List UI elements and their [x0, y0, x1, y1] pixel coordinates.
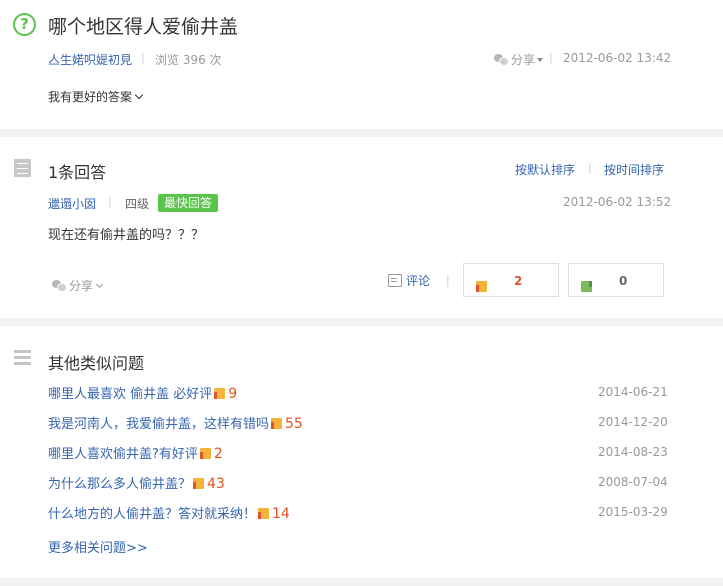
like-icon: [193, 478, 205, 489]
question-title: 哪个地区得人爱偷井盖: [48, 16, 239, 38]
similar-question-title: 我是河南人，我爱偷井盖，这样有错吗: [48, 417, 270, 432]
share-icon: [52, 280, 67, 292]
thumbs-up-icon: [476, 281, 487, 292]
like-icon: [271, 418, 283, 429]
similar-question-link[interactable]: 哪里人最喜欢 偷井盖 必好评 9: [48, 383, 237, 402]
similar-question-date: 2014-08-23: [598, 445, 668, 459]
list-item: 我是河南人，我爱偷井盖，这样有错吗 55 2014-12-20: [0, 413, 723, 443]
similar-question-link[interactable]: 哪里人喜欢偷井盖?有好评 2: [48, 443, 223, 462]
similar-title: 其他类似问题: [48, 354, 145, 373]
like-count: 55: [285, 416, 303, 432]
comment-label: 评论: [406, 274, 431, 288]
similar-question-date: 2008-07-04: [598, 475, 668, 489]
answer-user-link[interactable]: 邋遢小囡: [48, 195, 96, 212]
share-label: 分享: [69, 279, 94, 293]
answers-title: 1条回答: [48, 163, 107, 182]
chevron-down-icon: [134, 90, 144, 100]
sort-time-link[interactable]: 按时间排序: [604, 161, 664, 178]
like-count: 43: [207, 476, 225, 492]
answers-card: 1条回答 按默认排序 | 按时间排序 邋遢小囡 | 四级 最快回答 2012-0…: [0, 137, 723, 318]
list-item: 哪里人最喜欢 偷井盖 必好评 9 2014-06-21: [0, 383, 723, 413]
like-count: 2: [213, 446, 223, 462]
answer-user-level: 四级: [125, 197, 150, 211]
list-item: 哪里人喜欢偷井盖?有好评 2 2014-08-23: [0, 443, 723, 473]
comment-button[interactable]: 评论: [388, 272, 430, 289]
asker-link[interactable]: 亼生婼呮媞初見: [48, 51, 132, 68]
similar-question-link[interactable]: 什么地方的人偷井盖？答对就采纳！ 14: [48, 503, 290, 522]
fastest-answer-badge: 最快回答: [158, 194, 219, 212]
similar-question-title: 为什么那么多人偷井盖？: [48, 477, 192, 492]
better-answer-label: 我有更好的答案: [48, 90, 133, 104]
sort-default-link[interactable]: 按默认排序: [515, 161, 575, 178]
downvote-count: 0: [619, 274, 628, 288]
comment-icon: [388, 274, 402, 287]
similar-question-link[interactable]: 为什么那么多人偷井盖？ 43: [48, 473, 225, 492]
like-icon: [199, 448, 211, 459]
meta-divider: |: [141, 51, 145, 64]
thumbs-down-icon: [581, 281, 592, 292]
share-dropdown[interactable]: 分享: [494, 51, 544, 68]
similar-question-date: 2014-12-20: [598, 415, 668, 429]
answer-content: 现在还有偷井盖的吗？？？: [48, 228, 205, 243]
caret-down-icon: [537, 58, 544, 62]
downvote-button[interactable]: 0: [568, 263, 664, 297]
upvote-button[interactable]: 2: [463, 263, 559, 297]
like-icon: [214, 388, 226, 399]
meta-divider: |: [549, 51, 553, 64]
similar-question-date: 2014-06-21: [598, 385, 668, 399]
list-item: 什么地方的人偷井盖？答对就采纳！ 14 2015-03-29: [0, 503, 723, 533]
similar-question-title: 哪里人喜欢偷井盖?有好评: [48, 447, 198, 462]
upvote-count: 2: [514, 274, 523, 288]
share-icon: [494, 54, 509, 66]
more-related-link[interactable]: 更多相关问题>>: [48, 537, 148, 556]
similar-questions-card: 其他类似问题 哪里人最喜欢 偷井盖 必好评 9 2014-06-21 我是河南人，…: [0, 326, 723, 578]
like-icon: [258, 508, 270, 519]
like-count: 9: [228, 386, 238, 402]
answer-share-dropdown[interactable]: 分享: [52, 277, 104, 294]
question-circle-icon: ?: [13, 13, 36, 36]
better-answer-button[interactable]: 我有更好的答案: [48, 88, 144, 105]
share-label: 分享: [511, 53, 536, 67]
list-item: 为什么那么多人偷井盖？ 43 2008-07-04: [0, 473, 723, 503]
chevron-down-icon: [95, 280, 104, 289]
meta-divider: |: [108, 195, 112, 208]
similar-question-date: 2015-03-29: [598, 505, 668, 519]
list-icon: [14, 350, 31, 367]
question-time: 2012-06-02 13:42: [563, 51, 672, 65]
similar-question-link[interactable]: 我是河南人，我爱偷井盖，这样有错吗 55: [48, 413, 303, 432]
sort-divider: |: [588, 161, 592, 174]
question-card: ? 哪个地区得人爱偷井盖 亼生婼呮媞初見 | 浏览 396 次 分享 | 201…: [0, 0, 723, 129]
similar-question-title: 什么地方的人偷井盖？答对就采纳！: [48, 507, 257, 522]
like-count: 14: [272, 506, 290, 522]
view-count: 浏览 396 次: [155, 53, 222, 67]
answers-list-icon: [14, 159, 31, 177]
answer-time: 2012-06-02 13:52: [563, 195, 672, 209]
similar-question-title: 哪里人最喜欢 偷井盖 必好评: [48, 387, 213, 402]
meta-divider: |: [446, 274, 450, 287]
